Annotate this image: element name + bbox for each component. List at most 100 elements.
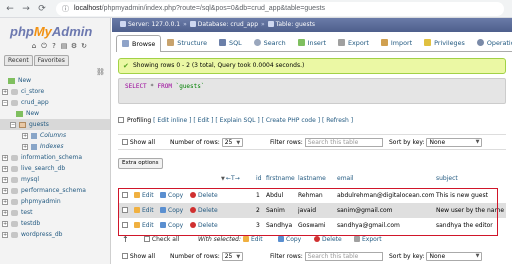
cell-firstname[interactable]: Sandhya [266, 218, 292, 233]
cell-subject[interactable]: New user by the name of Sanim [436, 203, 506, 218]
row-checkbox[interactable] [122, 218, 128, 233]
tree-ci-store[interactable]: + ci_store [2, 86, 44, 97]
expand-icon[interactable]: + [2, 154, 8, 161]
header-subject[interactable]: subject [436, 174, 458, 184]
tab-import[interactable]: Import [375, 34, 418, 51]
tab-export[interactable]: Export [332, 34, 375, 51]
tree-new-root[interactable]: New [8, 75, 31, 86]
cell-lastname[interactable]: javaid [298, 203, 316, 218]
show-all-checkbox[interactable] [122, 253, 128, 259]
expand-icon[interactable]: + [2, 198, 8, 205]
query-links[interactable]: [ Edit inline ] [ Edit ] [ Explain SQL ]… [153, 117, 353, 124]
forward-arrow-icon[interactable]: → [20, 3, 32, 15]
cell-firstname[interactable]: Sanim [266, 203, 285, 218]
tab-structure[interactable]: Structure [161, 34, 213, 51]
tab-insert[interactable]: Insert [292, 34, 332, 51]
column-arrows-header[interactable]: ←T→ [226, 174, 240, 184]
edit-row-link[interactable]: Edit [134, 188, 154, 203]
tree-information-schema[interactable]: + information_schema [2, 152, 82, 163]
home-icon[interactable]: ⌂ [30, 42, 38, 50]
bulk-export-button[interactable]: Export [354, 234, 382, 246]
header-id[interactable]: id [256, 174, 261, 184]
check-all-checkbox[interactable] [144, 236, 150, 242]
bulk-copy-button[interactable]: Copy [278, 234, 301, 246]
tree-mysql[interactable]: + mysql [2, 174, 39, 185]
breadcrumb-server[interactable]: Server: 127.0.0.1 [120, 18, 180, 32]
tree-crud-new[interactable]: New [16, 108, 39, 119]
cell-id[interactable]: 3 [256, 218, 260, 233]
cell-subject[interactable]: This is new guest [436, 188, 506, 203]
phpmyadmin-logo[interactable]: phpMyAdmin [10, 24, 92, 39]
cell-id[interactable]: 2 [256, 203, 260, 218]
rows-select[interactable]: 25 ▼ [221, 138, 244, 147]
edit-row-link[interactable]: Edit [134, 203, 154, 218]
tree-test[interactable]: + test [2, 207, 33, 218]
cell-email[interactable]: sandhya@gmail.com [337, 218, 400, 233]
cell-subject[interactable]: sandhya the editor [436, 218, 506, 233]
delete-row-link[interactable]: Delete [190, 188, 218, 203]
info-icon[interactable]: ⓘ [62, 4, 69, 14]
rows-select[interactable]: 25 ▼ [221, 252, 244, 261]
collapse-icon[interactable]: − [2, 99, 8, 106]
cell-id[interactable]: 1 [256, 188, 260, 203]
back-arrow-icon[interactable]: ← [4, 3, 16, 15]
reload-icon[interactable]: ⟳ [36, 3, 48, 15]
header-email[interactable]: email [337, 174, 354, 184]
row-checkbox[interactable] [122, 203, 128, 218]
collapse-icon[interactable]: − [10, 121, 16, 128]
tree-live-search-db[interactable]: + live_search_db [2, 163, 65, 174]
cell-lastname[interactable]: Goswami [298, 218, 326, 233]
header-lastname[interactable]: lastname [298, 174, 326, 184]
tree-performance-schema[interactable]: + performance_schema [2, 185, 86, 196]
help-icon[interactable]: ? [50, 42, 58, 50]
link-icon[interactable]: ⛓ [96, 68, 105, 76]
settings-icon[interactable]: ⚙ [70, 42, 78, 50]
cell-email[interactable]: sanim@gmail.com [337, 203, 393, 218]
sort-select[interactable]: None ▼ [426, 252, 483, 261]
address-bar[interactable]: ⓘ localhost/phpmyadmin/index.php?route=/… [56, 2, 504, 16]
tree-columns[interactable]: + Columns [22, 130, 66, 141]
filter-input[interactable]: Search this table [304, 252, 383, 261]
bulk-edit-button[interactable]: Edit [243, 234, 263, 246]
check-all-control[interactable]: Check all [144, 234, 179, 246]
expand-icon[interactable]: + [2, 165, 8, 172]
breadcrumb-table[interactable]: Table: guests [267, 18, 315, 32]
cell-lastname[interactable]: Rehman [298, 188, 323, 203]
docs-icon[interactable]: ▤ [60, 42, 68, 50]
header-firstname[interactable]: firstname [266, 174, 295, 184]
cell-firstname[interactable]: Abdul [266, 188, 283, 203]
reload-nav-icon[interactable]: ↻ [80, 42, 88, 50]
sort-select[interactable]: None ▼ [426, 138, 483, 147]
copy-row-link[interactable]: Copy [160, 188, 183, 203]
tab-browse[interactable]: Browse [116, 35, 162, 52]
show-all-checkbox[interactable] [122, 139, 128, 145]
breadcrumb-database[interactable]: Database: crud_app [189, 18, 258, 32]
tab-recent[interactable]: Recent [4, 55, 33, 66]
copy-row-link[interactable]: Copy [160, 218, 183, 233]
delete-row-link[interactable]: Delete [190, 218, 218, 233]
expand-icon[interactable]: + [22, 132, 28, 139]
tree-guests[interactable]: − guests [0, 119, 110, 130]
expand-icon[interactable]: + [22, 143, 28, 150]
row-checkbox[interactable] [122, 188, 128, 203]
expand-icon[interactable]: + [2, 220, 8, 227]
bulk-delete-button[interactable]: Delete [314, 234, 342, 246]
extra-options-button[interactable]: Extra options [118, 158, 163, 169]
tree-indexes[interactable]: + Indexes [22, 141, 63, 152]
copy-row-link[interactable]: Copy [160, 203, 183, 218]
profiling-checkbox[interactable] [118, 117, 124, 123]
tree-phpmyadmin[interactable]: + phpmyadmin [2, 196, 61, 207]
delete-row-link[interactable]: Delete [190, 203, 218, 218]
expand-icon[interactable]: + [2, 88, 8, 95]
tab-favorites[interactable]: Favorites [33, 55, 69, 66]
expand-icon[interactable]: + [2, 209, 8, 216]
expand-icon[interactable]: + [2, 187, 8, 194]
cell-email[interactable]: abdulrehman@digitalocean.com [337, 188, 434, 203]
logout-icon[interactable]: ⏻ [40, 42, 48, 50]
tree-crud-app[interactable]: − crud_app [2, 97, 49, 108]
expand-icon[interactable]: + [2, 176, 8, 183]
tab-operations[interactable]: Operation [471, 34, 512, 51]
edit-row-link[interactable]: Edit [134, 218, 154, 233]
tree-testdb[interactable]: + testdb [2, 218, 40, 229]
filter-input[interactable]: Search this table [304, 138, 383, 147]
